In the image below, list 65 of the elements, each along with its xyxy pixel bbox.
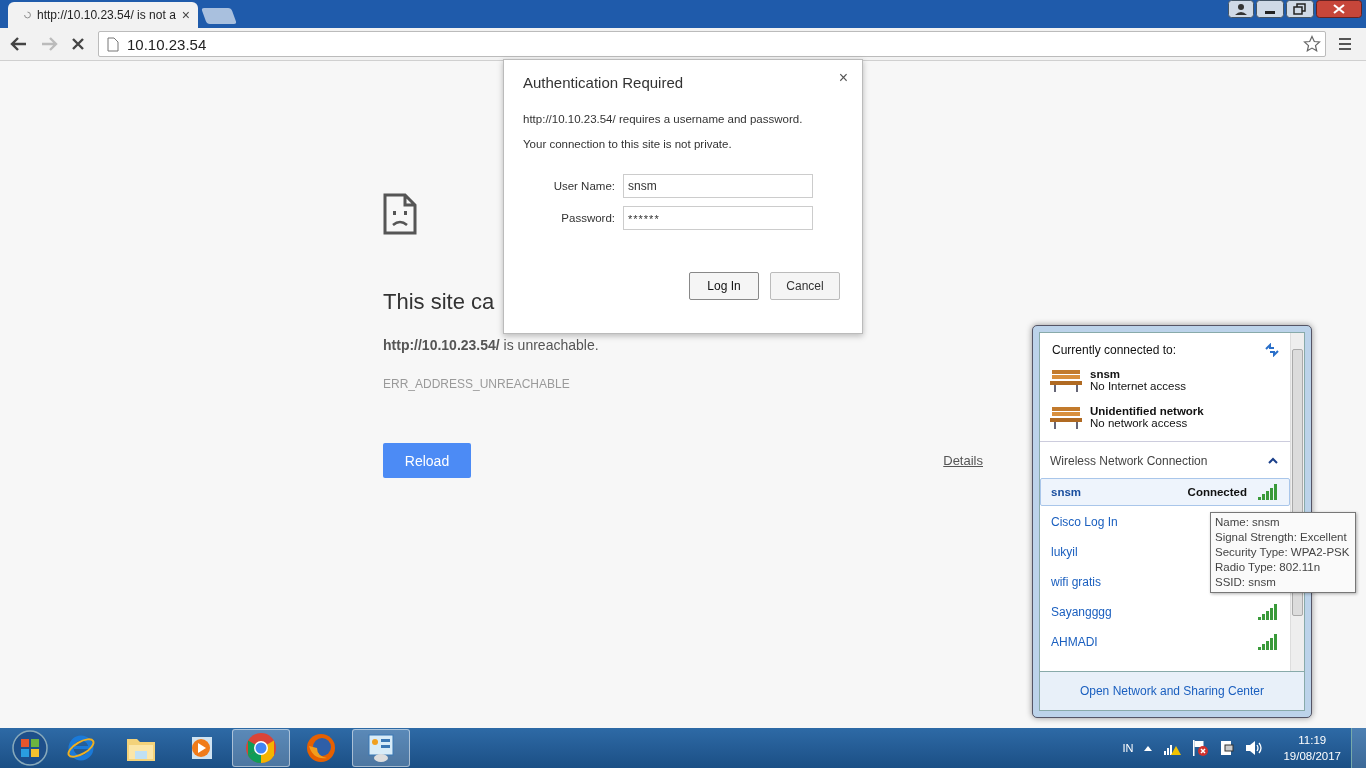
stop-icon[interactable] [70, 36, 86, 52]
dialog-text: http://10.10.23.54/ requires a username and password. [523, 113, 804, 125]
tab-title: http://10.10.23.54/ is not a [37, 8, 176, 22]
back-icon[interactable] [10, 36, 28, 52]
menu-icon[interactable] [1338, 37, 1352, 51]
bench-icon [1050, 367, 1082, 393]
page-icon [107, 36, 119, 52]
field-label: Password: [560, 212, 615, 224]
connection-name: snsm [1090, 368, 1122, 380]
volume-icon[interactable] [1245, 740, 1264, 756]
minimize-button[interactable] [1256, 0, 1284, 18]
dialog-title: Authentication Required [523, 74, 684, 91]
start-button[interactable] [10, 729, 50, 767]
field-label: User Name: [553, 180, 615, 192]
language-indicator[interactable]: IN [1122, 742, 1134, 754]
network-name: snsm [1051, 486, 1082, 498]
dialog-button[interactable]: Log In [689, 272, 759, 300]
input-field[interactable]: ****** [623, 206, 813, 230]
flag-error-icon[interactable] [1191, 739, 1210, 757]
tooltip-text: SSID: snsm [1215, 575, 1276, 590]
bench-icon [1050, 404, 1082, 430]
ie-e-icon [66, 733, 96, 763]
star-icon[interactable] [1303, 35, 1321, 53]
network-item[interactable]: Sayangggg [1040, 598, 1290, 626]
tooltip-text: Name: snsm [1215, 515, 1280, 530]
network-item[interactable]: snsm Connected [1040, 478, 1290, 506]
address-text: 10.10.23.54 [127, 35, 207, 53]
sad-page-icon [383, 193, 417, 235]
chrome-icon [245, 732, 277, 764]
clock-date[interactable]: 19/08/2017 [1283, 748, 1341, 764]
error-message: http://10.10.23.54/ is unreachable. [383, 337, 599, 353]
network-status: Connected [1187, 486, 1247, 498]
maximize-button[interactable] [1286, 0, 1314, 18]
dialog-close-button[interactable]: × [838, 68, 848, 87]
user-icon[interactable] [1228, 0, 1254, 18]
tooltip-text: Radio Type: 802.11n [1215, 560, 1321, 575]
connection-name: Unidentified network [1090, 405, 1204, 417]
tooltip-text: Security Type: WPA2-PSK [1215, 545, 1350, 560]
show-hidden-icons-icon[interactable] [1143, 744, 1154, 752]
taskbar-app-button[interactable] [232, 729, 290, 767]
network-name: AHMADI [1051, 635, 1098, 649]
dialog-text: Your connection to this site is not private. [523, 138, 733, 150]
new-tab-button[interactable] [201, 8, 237, 24]
connection-status: No Internet access [1090, 380, 1186, 392]
section-title: Wireless Network Connection [1050, 453, 1208, 468]
collapse-caret-icon[interactable] [1268, 456, 1278, 465]
tooltip-text: Signal Strength: Excellent [1215, 530, 1347, 545]
error-code: ERR_ADDRESS_UNREACHABLE [383, 377, 570, 391]
error-heading: This site ca [383, 289, 495, 315]
browser-tab[interactable]: http://10.10.23.54/ is not a × [8, 2, 198, 28]
connected-heading: Currently connected to: [1052, 343, 1177, 357]
clock-time[interactable]: 11:19 [1298, 732, 1327, 748]
taskbar-app-button[interactable] [352, 729, 410, 767]
dialog-button[interactable]: Cancel [770, 272, 840, 300]
address-bar[interactable]: 10.10.23.54 [98, 31, 1326, 57]
control-panel-icon [366, 733, 396, 763]
connection-status: No network access [1090, 417, 1189, 429]
firefox-icon [305, 732, 337, 764]
refresh-icon[interactable] [1264, 343, 1280, 357]
tab-close-button[interactable]: × [181, 7, 190, 23]
network-name: Sayangggg [1051, 605, 1112, 619]
details-link[interactable]: Details [943, 453, 983, 468]
input-field[interactable]: snsm [623, 174, 813, 198]
close-button[interactable] [1316, 0, 1362, 18]
network-item[interactable]: AHMADI [1040, 628, 1290, 656]
